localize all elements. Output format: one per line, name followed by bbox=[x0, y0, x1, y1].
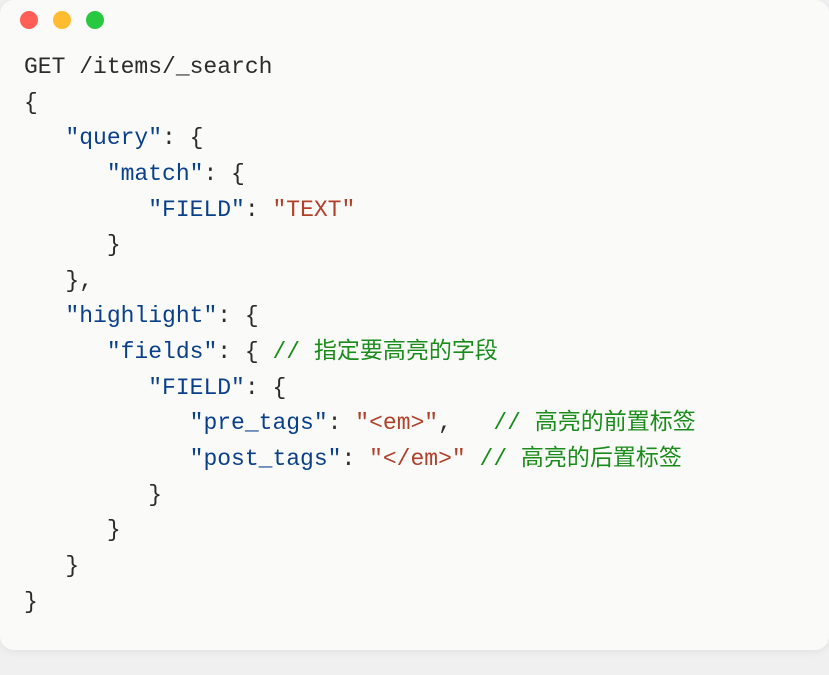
punct: : { bbox=[217, 339, 272, 365]
punct: : { bbox=[162, 125, 203, 151]
punct: , bbox=[438, 410, 493, 436]
indent bbox=[24, 517, 107, 543]
punct: : { bbox=[203, 161, 244, 187]
indent bbox=[24, 161, 107, 187]
json-key: "FIELD" bbox=[148, 375, 245, 401]
comment: // 指定要高亮的字段 bbox=[272, 339, 497, 365]
punct bbox=[466, 446, 480, 472]
punct: : { bbox=[245, 375, 286, 401]
window-titlebar bbox=[0, 0, 829, 40]
punct: : { bbox=[217, 303, 258, 329]
json-key: "fields" bbox=[107, 339, 217, 365]
close-icon[interactable] bbox=[20, 11, 38, 29]
brace: } bbox=[24, 589, 38, 615]
punct: : bbox=[341, 446, 369, 472]
indent bbox=[24, 303, 65, 329]
json-string: "</em>" bbox=[369, 446, 466, 472]
brace: } bbox=[107, 232, 121, 258]
indent bbox=[24, 375, 148, 401]
brace: }, bbox=[65, 268, 93, 294]
indent bbox=[24, 232, 107, 258]
indent bbox=[24, 410, 190, 436]
brace: } bbox=[65, 553, 79, 579]
indent bbox=[24, 482, 148, 508]
comment: // 高亮的后置标签 bbox=[480, 446, 682, 472]
brace: } bbox=[148, 482, 162, 508]
indent bbox=[24, 125, 65, 151]
json-key: "query" bbox=[65, 125, 162, 151]
comment: // 高亮的前置标签 bbox=[493, 410, 695, 436]
json-key: "FIELD" bbox=[148, 197, 245, 223]
code-window: GET /items/_search { "query": { "match":… bbox=[0, 0, 829, 650]
json-string: "TEXT" bbox=[272, 197, 355, 223]
indent bbox=[24, 197, 148, 223]
brace: } bbox=[107, 517, 121, 543]
punct: : bbox=[328, 410, 356, 436]
json-key: "post_tags" bbox=[190, 446, 342, 472]
code-block: GET /items/_search { "query": { "match":… bbox=[0, 40, 829, 650]
json-key: "pre_tags" bbox=[190, 410, 328, 436]
indent bbox=[24, 553, 65, 579]
json-string: "<em>" bbox=[355, 410, 438, 436]
minimize-icon[interactable] bbox=[53, 11, 71, 29]
punct: : bbox=[245, 197, 273, 223]
code-line: { bbox=[24, 90, 38, 116]
indent bbox=[24, 339, 107, 365]
json-key: "match" bbox=[107, 161, 204, 187]
code-line: GET /items/_search bbox=[24, 54, 272, 80]
zoom-icon[interactable] bbox=[86, 11, 104, 29]
indent bbox=[24, 446, 190, 472]
json-key: "highlight" bbox=[65, 303, 217, 329]
indent bbox=[24, 268, 65, 294]
